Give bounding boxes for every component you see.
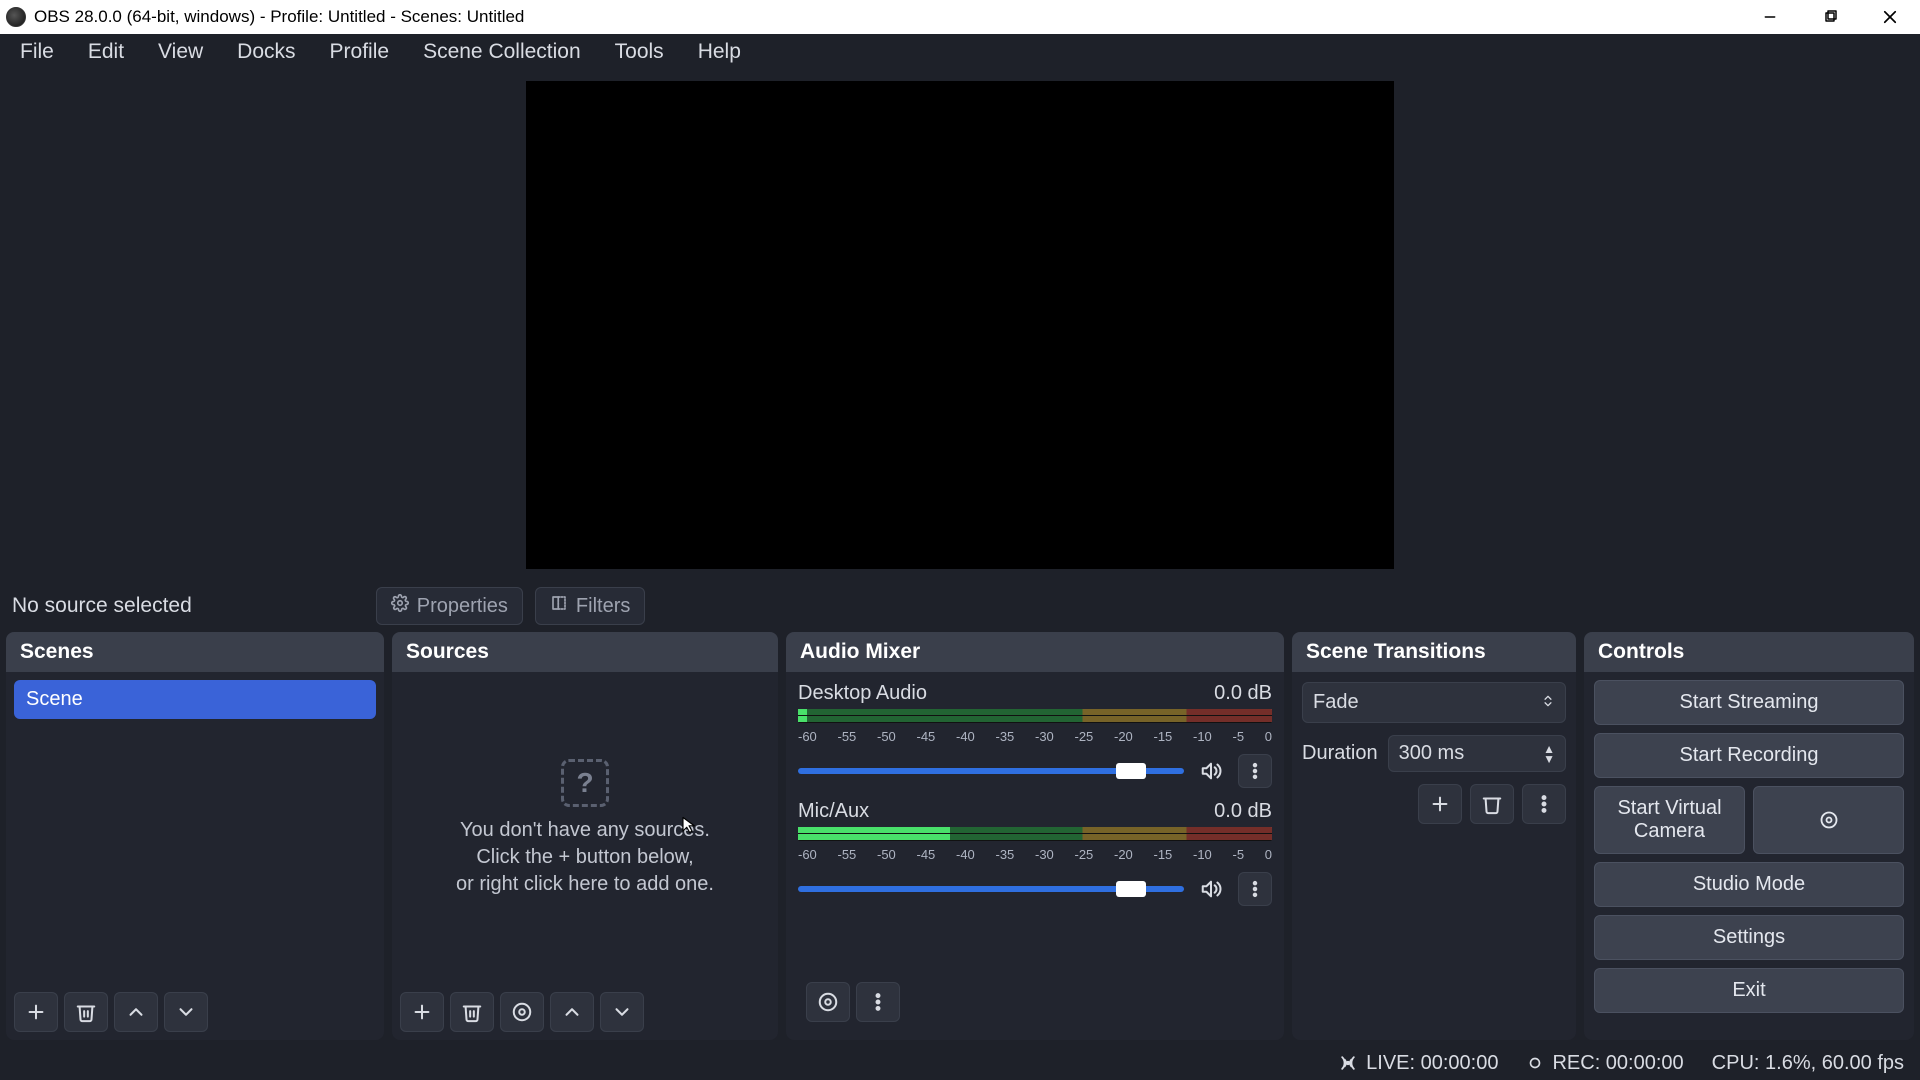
channel-options-button[interactable] bbox=[1238, 754, 1272, 788]
channel-name: Desktop Audio bbox=[798, 682, 927, 705]
properties-button[interactable]: Properties bbox=[376, 587, 523, 625]
filters-button[interactable]: Filters bbox=[535, 587, 645, 625]
volume-slider[interactable] bbox=[798, 768, 1184, 774]
titlebar: OBS 28.0.0 (64-bit, windows) - Profile: … bbox=[0, 0, 1920, 34]
settings-button[interactable]: Settings bbox=[1594, 915, 1904, 960]
audio-meter bbox=[798, 827, 1272, 841]
mixer-advanced-button[interactable] bbox=[806, 982, 850, 1022]
filters-icon bbox=[550, 594, 568, 618]
volume-slider[interactable] bbox=[798, 886, 1184, 892]
mute-button[interactable] bbox=[1194, 872, 1228, 906]
channel-options-button[interactable] bbox=[1238, 872, 1272, 906]
transitions-dock: Scene Transitions Fade Duration 300 ms ▲… bbox=[1292, 632, 1576, 1040]
status-rec: REC: 00:00:00 bbox=[1526, 1052, 1683, 1075]
virtual-camera-settings-button[interactable] bbox=[1753, 786, 1904, 854]
record-icon bbox=[1526, 1054, 1544, 1072]
menu-scene-collection[interactable]: Scene Collection bbox=[409, 36, 595, 68]
mute-button[interactable] bbox=[1194, 754, 1228, 788]
start-recording-button[interactable]: Start Recording bbox=[1594, 733, 1904, 778]
sources-empty-line2: Click the + button below, bbox=[456, 844, 714, 871]
mixer-channel: Mic/Aux 0.0 dB -60-55-50-45-40-35-30-25-… bbox=[798, 800, 1272, 906]
transition-selected: Fade bbox=[1313, 691, 1359, 714]
status-bar: LIVE: 00:00:00 REC: 00:00:00 CPU: 1.6%, … bbox=[0, 1046, 1920, 1080]
filters-label: Filters bbox=[576, 595, 630, 618]
sources-empty-state[interactable]: ? You don't have any sources. Click the … bbox=[392, 672, 778, 984]
exit-button[interactable]: Exit bbox=[1594, 968, 1904, 1013]
studio-mode-button[interactable]: Studio Mode bbox=[1594, 862, 1904, 907]
source-properties-button[interactable] bbox=[500, 992, 544, 1032]
source-toolbar: No source selected Properties Filters bbox=[0, 580, 1920, 632]
menu-tools[interactable]: Tools bbox=[601, 36, 678, 68]
duration-label: Duration bbox=[1302, 742, 1378, 765]
channel-db: 0.0 dB bbox=[1214, 800, 1272, 823]
scene-move-up-button[interactable] bbox=[114, 992, 158, 1032]
audio-mixer-dock: Audio Mixer Desktop Audio 0.0 dB -60-55-… bbox=[786, 632, 1284, 1040]
source-add-button[interactable] bbox=[400, 992, 444, 1032]
source-remove-button[interactable] bbox=[450, 992, 494, 1032]
mixer-options-button[interactable] bbox=[856, 982, 900, 1022]
scenes-header[interactable]: Scenes bbox=[6, 632, 384, 672]
channel-name: Mic/Aux bbox=[798, 800, 869, 823]
obs-logo-icon bbox=[6, 7, 26, 27]
menu-help[interactable]: Help bbox=[684, 36, 755, 68]
scene-add-button[interactable] bbox=[14, 992, 58, 1032]
gear-icon bbox=[391, 594, 409, 618]
controls-dock: Controls Start Streaming Start Recording… bbox=[1584, 632, 1914, 1040]
duration-value: 300 ms bbox=[1399, 742, 1465, 765]
maximize-button[interactable] bbox=[1800, 0, 1860, 34]
menu-edit[interactable]: Edit bbox=[74, 36, 138, 68]
menu-profile[interactable]: Profile bbox=[316, 36, 404, 68]
properties-label: Properties bbox=[417, 595, 508, 618]
preview-area bbox=[0, 70, 1920, 580]
status-cpu: CPU: 1.6%, 60.00 fps bbox=[1712, 1052, 1904, 1075]
source-move-up-button[interactable] bbox=[550, 992, 594, 1032]
mixer-header[interactable]: Audio Mixer bbox=[786, 632, 1284, 672]
controls-header[interactable]: Controls bbox=[1584, 632, 1914, 672]
transition-select[interactable]: Fade bbox=[1302, 682, 1566, 723]
updown-icon bbox=[1541, 691, 1555, 714]
menu-file[interactable]: File bbox=[6, 36, 68, 68]
scene-remove-button[interactable] bbox=[64, 992, 108, 1032]
scene-move-down-button[interactable] bbox=[164, 992, 208, 1032]
transition-remove-button[interactable] bbox=[1470, 784, 1514, 824]
audio-meter bbox=[798, 709, 1272, 723]
source-status: No source selected bbox=[12, 594, 192, 618]
status-live: LIVE: 00:00:00 bbox=[1338, 1052, 1498, 1075]
menubar: File Edit View Docks Profile Scene Colle… bbox=[0, 34, 1920, 70]
menu-docks[interactable]: Docks bbox=[223, 36, 309, 68]
transition-add-button[interactable] bbox=[1418, 784, 1462, 824]
sources-empty-line1: You don't have any sources. bbox=[456, 817, 714, 844]
duration-spin[interactable]: 300 ms ▲ ▼ bbox=[1388, 735, 1566, 772]
start-streaming-button[interactable]: Start Streaming bbox=[1594, 680, 1904, 725]
source-move-down-button[interactable] bbox=[600, 992, 644, 1032]
transitions-header[interactable]: Scene Transitions bbox=[1292, 632, 1576, 672]
menu-view[interactable]: View bbox=[144, 36, 217, 68]
sources-header[interactable]: Sources bbox=[392, 632, 778, 672]
start-virtual-camera-button[interactable]: Start Virtual Camera bbox=[1594, 786, 1745, 854]
transition-options-button[interactable] bbox=[1522, 784, 1566, 824]
scenes-dock: Scenes Scene bbox=[6, 632, 384, 1040]
sources-empty-line3: or right click here to add one. bbox=[456, 871, 714, 898]
mixer-channel: Desktop Audio 0.0 dB -60-55-50-45-40-35-… bbox=[798, 682, 1272, 788]
minimize-button[interactable] bbox=[1740, 0, 1800, 34]
question-icon: ? bbox=[561, 759, 609, 807]
window-title: OBS 28.0.0 (64-bit, windows) - Profile: … bbox=[34, 7, 524, 27]
gear-icon bbox=[1819, 810, 1839, 830]
preview-canvas[interactable] bbox=[526, 81, 1394, 569]
channel-db: 0.0 dB bbox=[1214, 682, 1272, 705]
meter-ticks: -60-55-50-45-40-35-30-25-20-15-10-50 bbox=[798, 729, 1272, 744]
docks-row: Scenes Scene Sources ? You don't have an… bbox=[0, 632, 1920, 1046]
scene-item[interactable]: Scene bbox=[14, 680, 376, 719]
meter-ticks: -60-55-50-45-40-35-30-25-20-15-10-50 bbox=[798, 847, 1272, 862]
close-button[interactable] bbox=[1860, 0, 1920, 34]
spin-down-icon[interactable]: ▼ bbox=[1543, 754, 1555, 764]
sources-dock: Sources ? You don't have any sources. Cl… bbox=[392, 632, 778, 1040]
broadcast-icon bbox=[1338, 1053, 1358, 1073]
